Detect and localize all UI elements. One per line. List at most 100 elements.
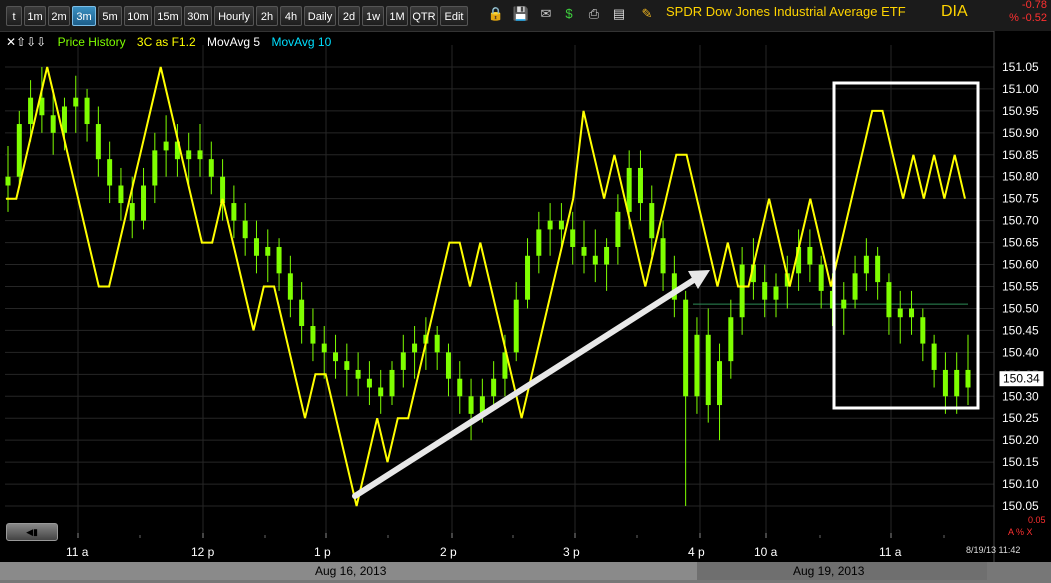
candle-body	[400, 352, 406, 370]
y-tick-label: 150.30	[1002, 389, 1039, 403]
x-tick-label: 3 p	[563, 545, 580, 559]
candle-body	[615, 211, 621, 247]
candle-body	[118, 185, 124, 204]
candle-body	[683, 299, 689, 397]
candle-body	[107, 159, 113, 186]
timeframe-button-2m[interactable]: 2m	[48, 6, 70, 26]
dollar-icon[interactable]: $	[560, 5, 578, 23]
timeframe-button-30m[interactable]: 30m	[184, 6, 212, 26]
candle-body	[253, 238, 259, 256]
candle-body	[141, 185, 147, 221]
x-tick-label: 11 a	[879, 545, 902, 559]
y-tick-label: 150.70	[1002, 214, 1039, 228]
candle-body	[728, 317, 734, 362]
candle-body	[50, 115, 56, 133]
timeframe-button-2h[interactable]: 2h	[256, 6, 278, 26]
candle-body	[581, 246, 587, 256]
timeframe-button-hourly[interactable]: Hourly	[214, 6, 254, 26]
y-tick-label: 150.65	[1002, 236, 1039, 250]
timeframe-button-10m[interactable]: 10m	[124, 6, 152, 26]
candle-body	[525, 255, 531, 300]
timestamp: 8/19/13 11:42	[966, 545, 1021, 555]
timeframe-button-edit[interactable]: Edit	[440, 6, 468, 26]
timeframe-button-qtr[interactable]: QTR	[410, 6, 438, 26]
candle-body	[434, 334, 440, 353]
candle-body	[694, 334, 700, 397]
y-tick-label: 150.45	[1002, 323, 1039, 337]
timeframe-button-3m[interactable]: 3m	[72, 6, 96, 26]
mail-icon[interactable]: ✉	[537, 5, 555, 23]
timeframe-button-t[interactable]: t	[6, 6, 22, 26]
timeframe-button-15m[interactable]: 15m	[154, 6, 182, 26]
candle-body	[739, 264, 745, 318]
candle-body	[163, 141, 169, 151]
y-tick-label: 151.00	[1002, 82, 1039, 96]
x-tick-label: 11 a	[66, 545, 89, 559]
y-axis: 151.05 151.00 150.95 150.90 150.85 150.80 150.…	[993, 31, 1051, 562]
candle-body	[299, 299, 305, 327]
candle-body	[762, 282, 768, 300]
candle-body	[807, 246, 813, 265]
candle-body	[378, 387, 384, 397]
candle-body	[412, 343, 418, 353]
chart-grid	[5, 45, 994, 538]
candle-body	[491, 378, 497, 397]
timeframe-button-daily[interactable]: Daily	[304, 6, 336, 26]
timeframe-button-2d[interactable]: 2d	[338, 6, 360, 26]
print-icon[interactable]: ⎙	[585, 5, 603, 23]
timeframe-button-1m[interactable]: 1M	[386, 6, 408, 26]
candle-body	[886, 282, 892, 318]
corner-controls[interactable]: A % X	[1008, 527, 1033, 537]
card-icon[interactable]: ▤	[610, 5, 628, 23]
x-axis: 11 a 12 p 1 p 2 p 3 p 4 p 10 a 11 a	[15, 533, 945, 559]
y-tick-label: 150.50	[1002, 301, 1039, 315]
y-tick-label: 150.10	[1002, 477, 1039, 491]
candle-body	[660, 238, 666, 274]
candle-body	[310, 326, 316, 344]
date-label-2: Aug 19, 2013	[793, 564, 865, 578]
candle-body	[931, 343, 937, 370]
candle-body	[626, 167, 632, 212]
save-icon[interactable]: 💾	[512, 5, 530, 23]
corner-value: 0.05	[1028, 515, 1046, 525]
timeframe-button-5m[interactable]: 5m	[98, 6, 122, 26]
trend-arrow-shaft	[352, 273, 703, 499]
price-change: -0.78	[1021, 0, 1047, 11]
x-tick-label: 4 p	[688, 545, 705, 559]
symbol-ticker: DIA	[941, 3, 968, 20]
y-tick-label: 150.05	[1002, 499, 1039, 513]
candle-body	[16, 124, 22, 177]
candle-body	[242, 220, 248, 239]
lock-icon[interactable]: 🔒	[487, 5, 505, 23]
candle-body	[366, 378, 372, 388]
timeframe-button-1w[interactable]: 1w	[362, 6, 384, 26]
candle-body	[457, 378, 463, 397]
edit-icon[interactable]: ✎	[638, 5, 656, 23]
candle-body	[649, 203, 655, 239]
candle-body	[909, 308, 915, 318]
timeframe-button-1m[interactable]: 1m	[24, 6, 46, 26]
candle-body	[468, 396, 474, 414]
y-tick-label: 150.55	[1002, 280, 1039, 294]
x-tick-label: 2 p	[440, 545, 457, 559]
y-tick-label: 150.75	[1002, 192, 1039, 206]
candle-body	[208, 159, 214, 177]
candle-body	[536, 229, 542, 256]
candle-body	[73, 97, 79, 107]
candle-body	[344, 361, 350, 370]
current-price-label: 150.34	[1003, 372, 1040, 386]
candle-body	[897, 308, 903, 318]
annotations	[352, 81, 980, 499]
y-tick-label: 150.85	[1002, 148, 1039, 162]
price-chart[interactable]: 151.05 151.00 150.95 150.90 150.85 150.80 150.…	[0, 31, 1051, 562]
scroll-left-handle[interactable]: ◀▮	[6, 523, 58, 541]
candle-body	[513, 299, 519, 353]
date-label-1: Aug 16, 2013	[315, 564, 387, 578]
candle-body	[965, 369, 971, 388]
candle-body	[231, 203, 237, 221]
candle-body	[592, 255, 598, 265]
timeframe-button-4h[interactable]: 4h	[280, 6, 302, 26]
candle-body	[558, 220, 564, 230]
x-tick-label: 12 p	[191, 545, 215, 559]
x-tick-label: 10 a	[754, 545, 778, 559]
